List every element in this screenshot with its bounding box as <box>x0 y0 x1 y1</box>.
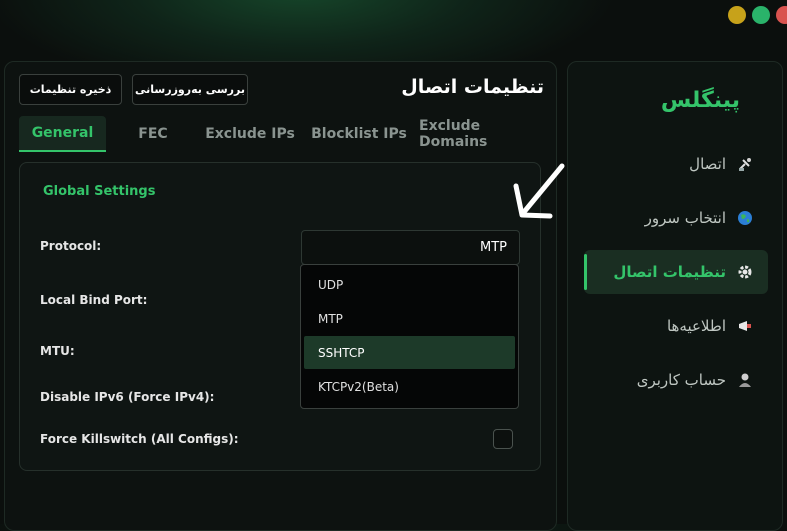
protocol-label: Protocol: <box>40 239 102 253</box>
force-killswitch-label: Force Killswitch (All Configs): <box>40 432 239 446</box>
sidebar-item-connection-settings[interactable]: تنظیمات اتصال <box>584 250 768 294</box>
window-close-button[interactable] <box>776 6 787 24</box>
tab-exclude-ips[interactable]: Exclude IPs <box>205 116 295 152</box>
mtu-label: MTU: <box>40 344 75 358</box>
save-settings-button[interactable]: ذخیره تنظیمات <box>19 74 122 105</box>
dropdown-option-sshtcp[interactable]: SSHTCP <box>304 336 515 369</box>
sidebar: پینگلس اتصال انتخاب سرور تنظیمات اتصال ا… <box>567 61 783 531</box>
tab-blocklist-ips[interactable]: Blocklist IPs <box>309 116 409 152</box>
sidebar-item-announcements[interactable]: اطلاعیه‌ها <box>584 304 768 348</box>
gear-icon <box>736 263 754 281</box>
sidebar-item-label: تنظیمات اتصال <box>613 263 726 281</box>
protocol-select[interactable]: MTP <box>301 230 520 265</box>
window-minimize-button[interactable] <box>728 6 746 24</box>
local-bind-port-label: Local Bind Port: <box>40 293 148 307</box>
tab-general[interactable]: General <box>19 116 106 152</box>
disable-ipv6-label: Disable IPv6 (Force IPv4): <box>40 390 215 404</box>
brand-logo: پینگلس <box>660 88 740 113</box>
page-title: تنظیمات اتصال <box>401 76 544 98</box>
check-updates-button[interactable]: بررسی به‌روزرسانی <box>132 74 248 105</box>
sidebar-item-connection[interactable]: اتصال <box>584 142 768 186</box>
force-killswitch-checkbox[interactable] <box>493 429 513 449</box>
section-title: Global Settings <box>43 184 156 199</box>
sidebar-item-label: حساب کاربری <box>636 371 726 389</box>
dropdown-option-mtp[interactable]: MTP <box>304 302 515 335</box>
tab-bar: General FEC Exclude IPs Blocklist IPs Ex… <box>19 116 544 152</box>
globe-icon <box>736 209 754 227</box>
sidebar-item-label: اتصال <box>689 155 726 173</box>
megaphone-icon <box>736 317 754 335</box>
sidebar-item-label: اطلاعیه‌ها <box>666 317 726 335</box>
sidebar-item-server-select[interactable]: انتخاب سرور <box>584 196 768 240</box>
sidebar-item-account[interactable]: حساب کاربری <box>584 358 768 402</box>
window-maximize-button[interactable] <box>752 6 770 24</box>
sidebar-item-label: انتخاب سرور <box>644 209 726 227</box>
annotation-arrow-icon <box>513 163 565 219</box>
protocol-dropdown-menu: UDP MTP SSHTCP KTCPv2(Beta) <box>300 264 519 409</box>
user-icon <box>736 371 754 389</box>
satellite-icon <box>736 155 754 173</box>
dropdown-option-udp[interactable]: UDP <box>304 268 515 301</box>
tab-fec[interactable]: FEC <box>126 116 180 152</box>
tab-exclude-domains[interactable]: Exclude Domains <box>419 116 539 152</box>
dropdown-option-ktcpv2[interactable]: KTCPv2(Beta) <box>304 370 515 403</box>
